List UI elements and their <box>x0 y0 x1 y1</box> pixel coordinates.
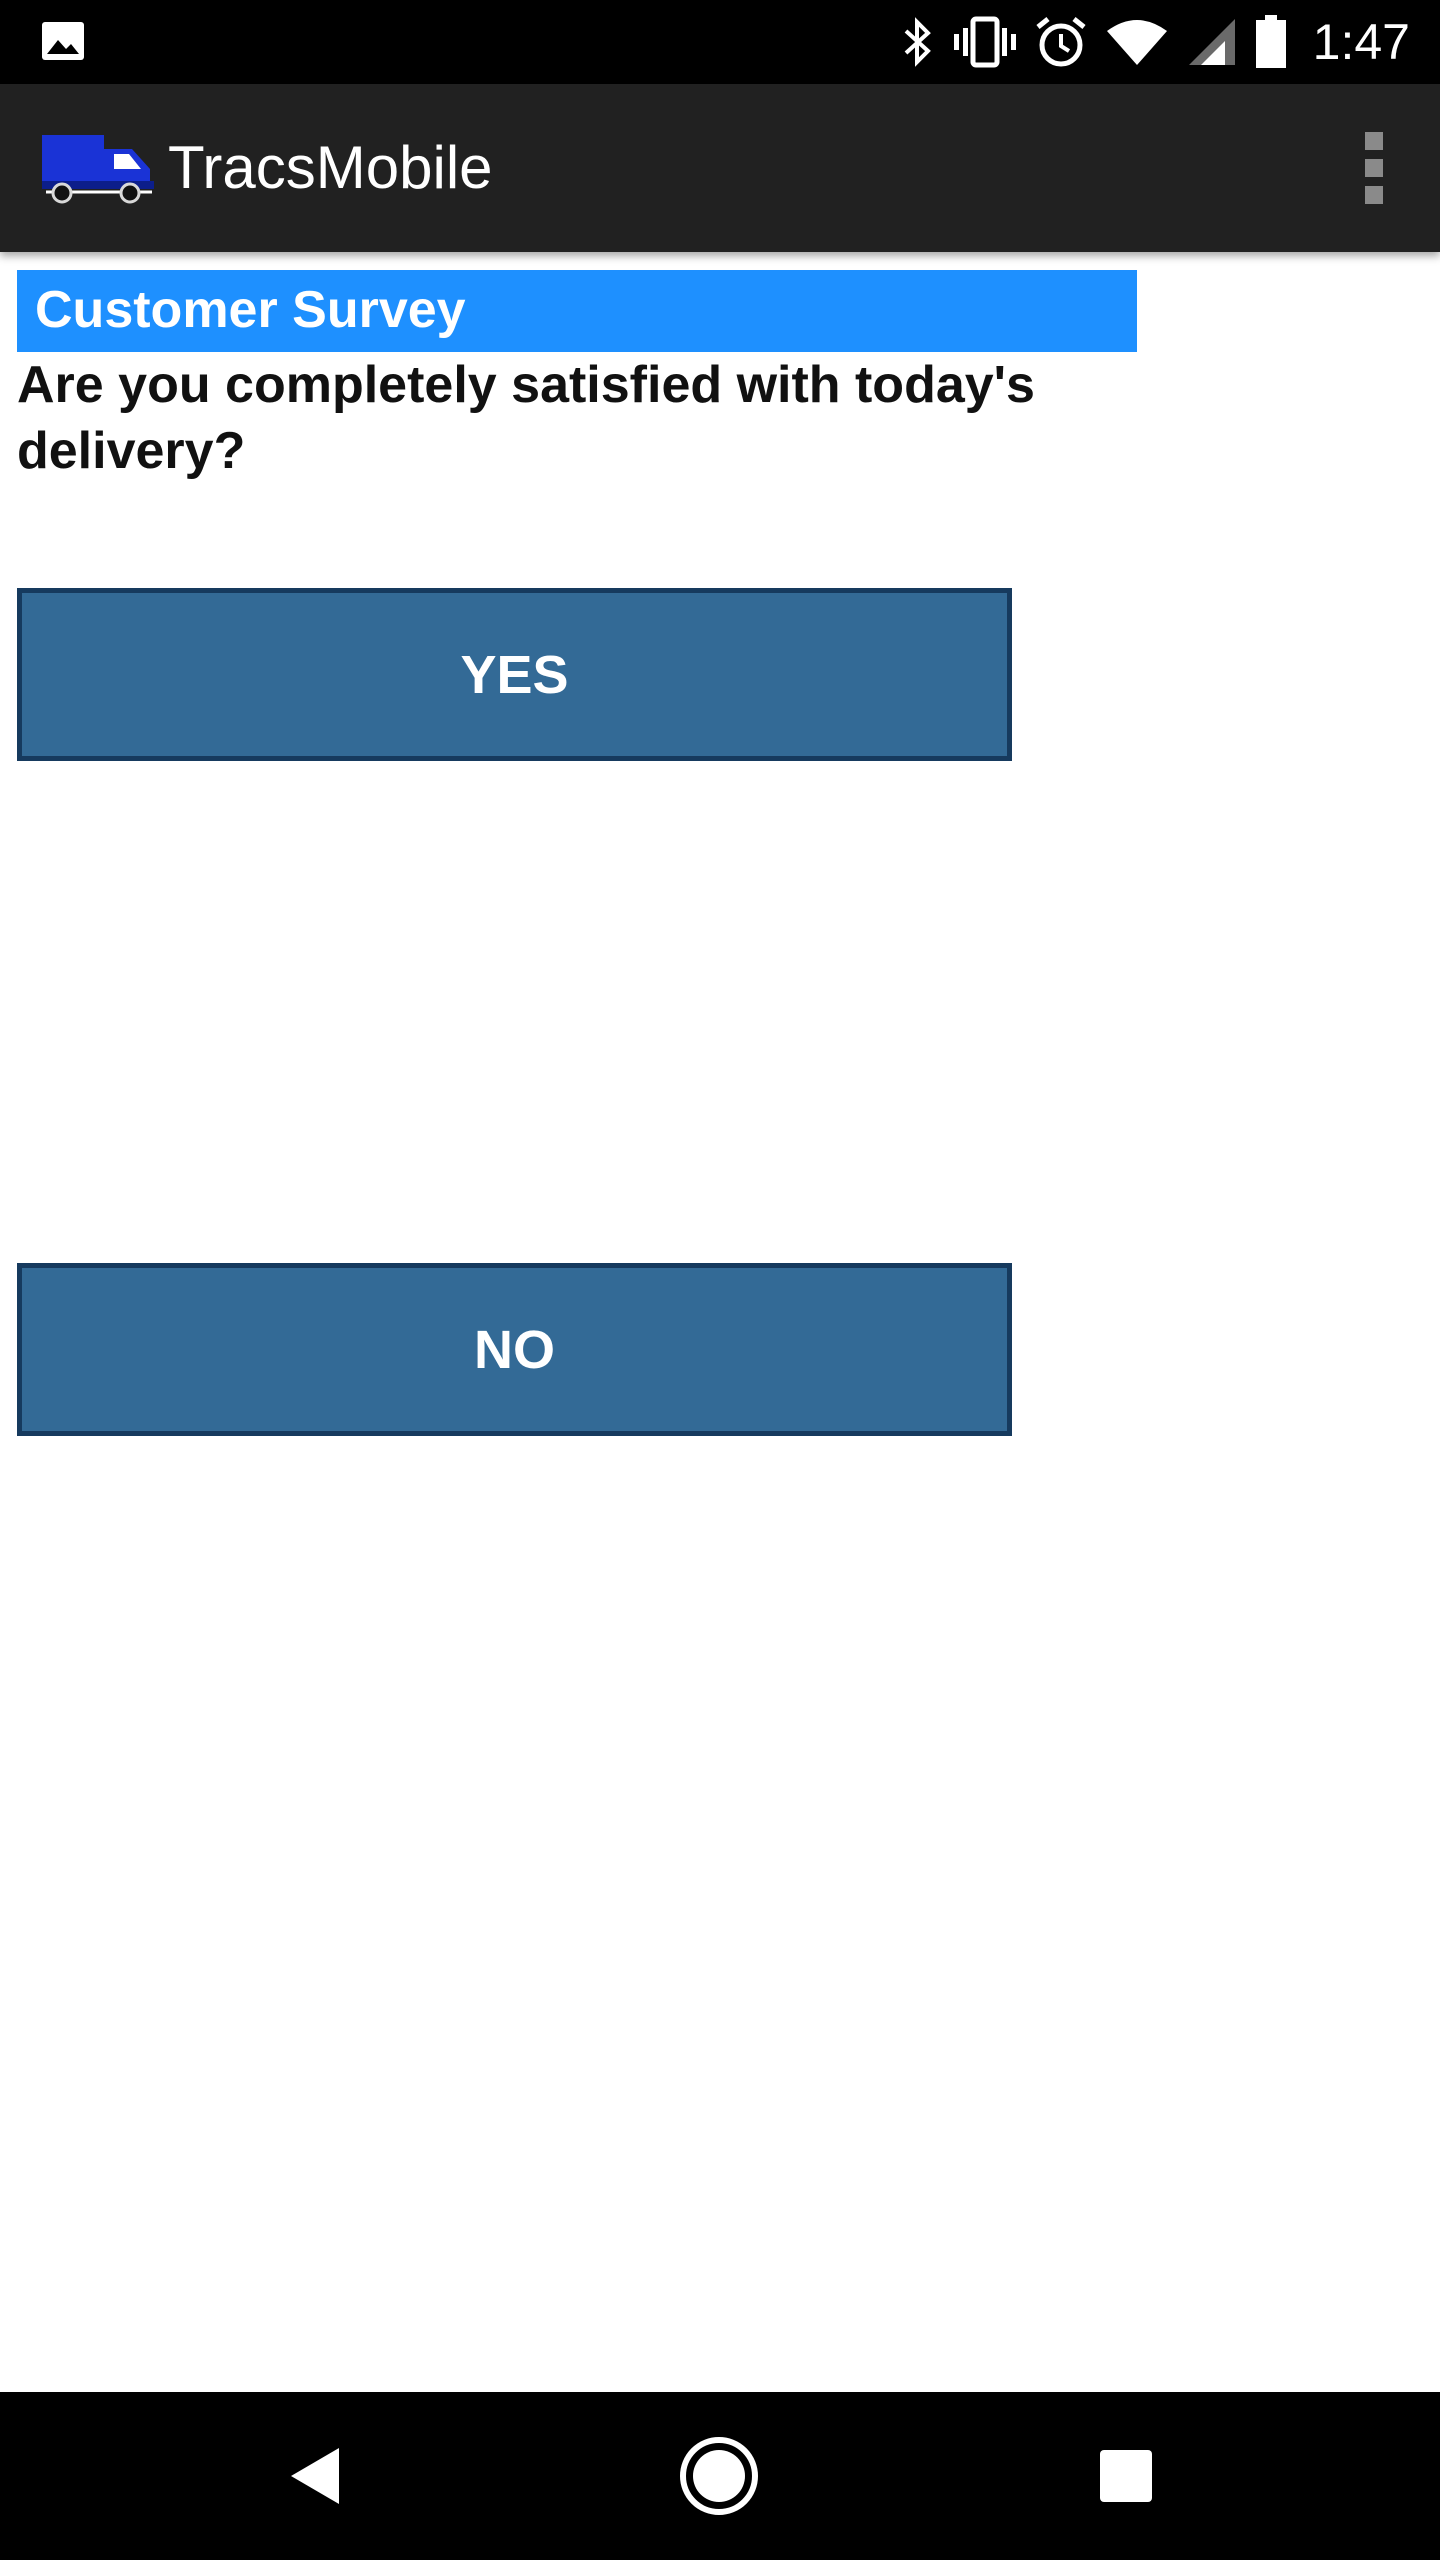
back-button[interactable] <box>255 2416 375 2536</box>
status-icons: 1:47 <box>901 0 1440 84</box>
app-title: TracsMobile <box>168 134 493 201</box>
status-time: 1:47 <box>1312 14 1410 70</box>
battery-icon <box>1255 15 1286 68</box>
back-icon <box>291 2448 339 2504</box>
recents-button[interactable] <box>1066 2416 1186 2536</box>
signal-icon <box>1188 19 1235 65</box>
status-bar: 1:47 <box>0 0 1440 84</box>
wifi-icon <box>1106 20 1167 65</box>
truck-icon <box>42 135 154 204</box>
gallery-icon <box>42 22 84 60</box>
bluetooth-icon <box>904 17 931 67</box>
home-button[interactable] <box>659 2416 779 2536</box>
recents-icon <box>1100 2450 1152 2502</box>
home-icon <box>680 2437 758 2515</box>
vibrate-icon <box>953 16 1016 68</box>
yes-button[interactable]: YES <box>17 588 1012 761</box>
navigation-bar <box>0 2392 1440 2560</box>
app-bar: TracsMobile <box>0 84 1440 252</box>
overflow-menu-icon[interactable] <box>1334 130 1404 206</box>
no-button[interactable]: NO <box>17 1263 1012 1436</box>
survey-question: Are you completely satisfied with today'… <box>17 356 1035 480</box>
survey-header: Customer Survey <box>17 270 1137 352</box>
alarm-icon <box>1036 17 1086 67</box>
